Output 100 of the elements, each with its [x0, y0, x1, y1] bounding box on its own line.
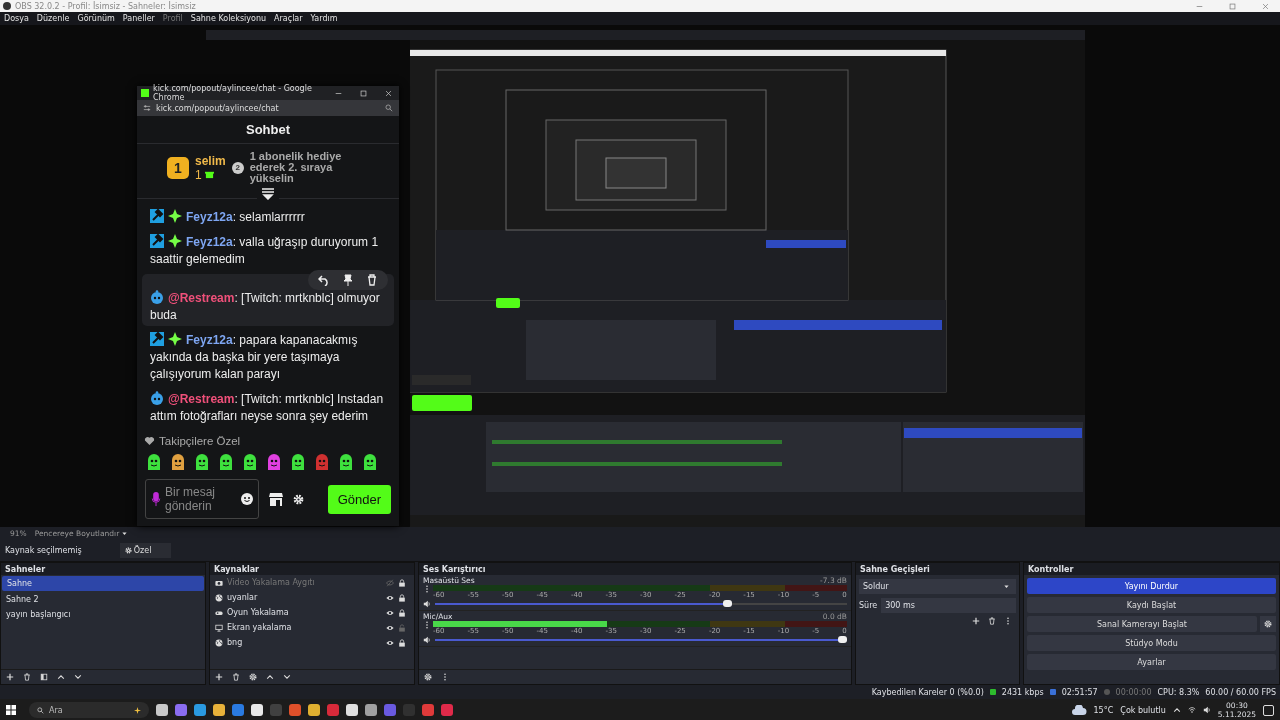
close-icon[interactable] [385, 89, 392, 97]
eye-icon[interactable] [386, 593, 394, 602]
filter-icon[interactable] [40, 673, 48, 681]
wifi-icon[interactable] [1187, 706, 1196, 714]
source-item[interactable]: Ekran yakalama [227, 623, 382, 632]
start-icon[interactable] [6, 705, 16, 715]
scene-item[interactable]: yayın başlangıcı [1, 607, 205, 622]
site-settings-icon[interactable] [143, 104, 151, 112]
emote-icon[interactable] [241, 453, 259, 471]
app-icon[interactable] [194, 704, 206, 716]
menu-item[interactable]: Dosya [4, 14, 29, 23]
more-icon[interactable] [1004, 617, 1012, 625]
trash-icon[interactable] [366, 274, 378, 286]
source-item[interactable]: bng [227, 638, 382, 647]
reply-icon[interactable] [318, 274, 330, 286]
emote-icon[interactable] [169, 453, 187, 471]
properties-button[interactable]: Özel [119, 542, 172, 558]
app-icon[interactable] [365, 704, 377, 716]
speaker-icon[interactable] [423, 600, 431, 608]
cpu-usage: CPU: 8.3% [1157, 687, 1200, 697]
transition-dropdown[interactable]: Soldur [859, 579, 1016, 594]
trash-icon[interactable] [988, 617, 996, 625]
more-icon[interactable] [423, 585, 431, 593]
scene-item[interactable]: Sahne 2 [1, 592, 205, 607]
source-item[interactable]: Oyun Yakalama [227, 608, 382, 617]
slider-thumb[interactable] [722, 600, 732, 607]
app-icon[interactable] [251, 704, 263, 716]
more-icon[interactable] [423, 621, 431, 629]
control-button[interactable]: Yayını Durdur [1027, 578, 1276, 594]
store-icon[interactable] [269, 492, 283, 506]
emote-icon[interactable] [289, 453, 307, 471]
trash-icon[interactable] [232, 673, 240, 681]
notification-icon[interactable] [1263, 704, 1274, 716]
send-button[interactable]: Gönder [327, 484, 391, 514]
microphone-icon[interactable] [151, 491, 161, 507]
lock-icon[interactable] [398, 638, 406, 647]
menu-item[interactable]: Paneller [122, 14, 155, 23]
add-icon[interactable] [6, 673, 14, 681]
down-icon[interactable] [283, 673, 291, 681]
emote-icon[interactable] [145, 453, 163, 471]
fps-reading: 60.00 / 60.00 FPS [1205, 687, 1276, 697]
add-icon[interactable] [972, 617, 980, 625]
speaker-icon[interactable] [1202, 706, 1211, 714]
speaker-icon[interactable] [423, 636, 431, 644]
leader-name: selim [195, 153, 226, 168]
leaderboard-hint: 1 abonelik hediye ederek 2. sıraya yükselin [249, 151, 343, 184]
eye-icon[interactable] [386, 638, 394, 647]
eye-icon[interactable] [386, 623, 394, 632]
settings-icon[interactable] [424, 673, 432, 681]
duration-field[interactable]: 300 ms [881, 598, 1016, 613]
lock-icon[interactable] [398, 578, 406, 587]
add-icon[interactable] [215, 673, 223, 681]
emote-icon[interactable] [217, 453, 235, 471]
pin-icon[interactable] [342, 274, 354, 286]
slider-thumb[interactable] [838, 636, 847, 643]
source-item[interactable]: uyanlar [227, 593, 382, 602]
camera-icon [215, 578, 223, 587]
settings-icon[interactable] [1264, 620, 1272, 628]
control-button[interactable]: Sanal Kamerayı Başlat [1027, 616, 1257, 632]
panel-title: Sahne Geçişleri [856, 563, 1019, 575]
chevron-icon[interactable] [1172, 706, 1181, 714]
message-input-field[interactable]: Bir mesaj gönderin [165, 485, 237, 513]
more-icon[interactable] [441, 673, 449, 681]
emoji-icon[interactable] [241, 493, 253, 505]
emote-icon[interactable] [193, 453, 211, 471]
menu-item[interactable]: Yardım [310, 14, 338, 23]
taskbar-search-field[interactable]: Ara [29, 702, 149, 718]
gear-icon [124, 546, 132, 554]
rank-badge: 2 [231, 161, 244, 174]
up-icon[interactable] [266, 673, 274, 681]
maximize-icon[interactable] [360, 89, 367, 97]
menu-item[interactable]: Düzenle [36, 14, 70, 23]
lock-icon[interactable] [398, 593, 406, 602]
control-button[interactable]: Stüdyo Modu [1027, 635, 1276, 651]
emote-icon[interactable] [337, 453, 355, 471]
lock-icon[interactable] [398, 608, 406, 617]
trash-icon[interactable] [23, 673, 31, 681]
settings-icon[interactable] [249, 673, 257, 681]
menu-item[interactable]: Araçlar [274, 14, 303, 23]
down-icon[interactable] [74, 673, 82, 681]
emote-icon[interactable] [361, 453, 379, 471]
emote-icon[interactable] [265, 453, 283, 471]
stream-status-icon [1049, 689, 1056, 695]
eye-icon[interactable] [386, 608, 394, 617]
scene-item[interactable]: Sahne [2, 576, 204, 591]
menu-item[interactable]: Sahne Koleksiyonu [190, 14, 267, 23]
control-button[interactable]: Ayarlar [1027, 654, 1276, 670]
unlock-icon[interactable] [398, 623, 406, 632]
zoom-icon[interactable] [385, 104, 393, 112]
app-icon[interactable] [308, 704, 320, 716]
control-button[interactable]: Kaydı Başlat [1027, 597, 1276, 613]
settings-icon[interactable] [293, 493, 304, 505]
app-icon[interactable] [156, 704, 168, 716]
message-field[interactable]: Bir mesaj gönderin [145, 479, 259, 519]
globe-icon [215, 638, 223, 647]
menu-item[interactable]: Görünüm [77, 14, 115, 23]
app-icon[interactable] [346, 704, 358, 716]
app-icon[interactable] [213, 704, 225, 716]
signal-icon [989, 689, 996, 695]
up-icon[interactable] [57, 673, 65, 681]
